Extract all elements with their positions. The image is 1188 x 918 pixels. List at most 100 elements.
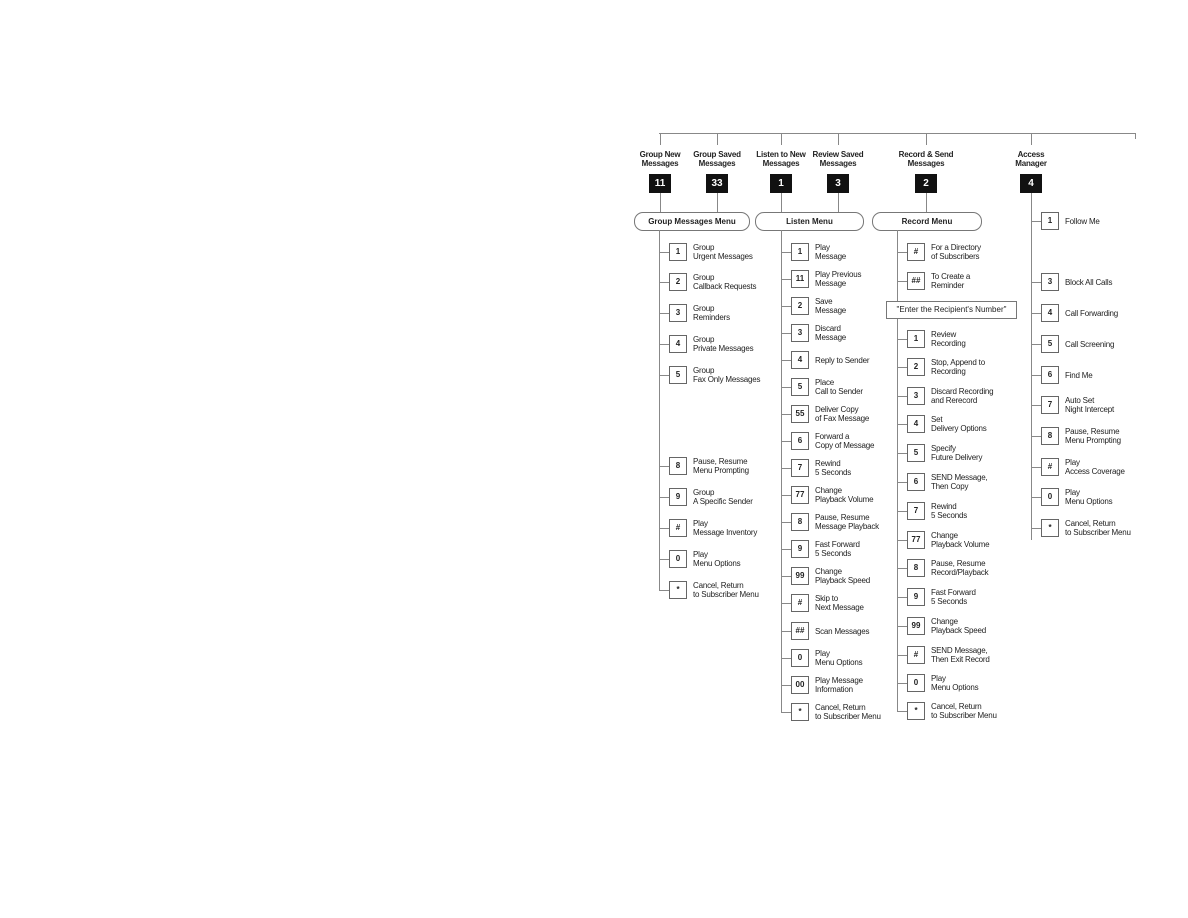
branch-line [659, 559, 669, 560]
option-label: Save Message [815, 297, 847, 315]
option-label: Call Screening [1065, 339, 1115, 349]
option-label: Group Fax Only Messages [693, 366, 761, 384]
record-prompt: "Enter the Recipient's Number" [886, 301, 1017, 319]
option-label: Rewind 5 Seconds [815, 459, 852, 477]
branch-line [781, 603, 791, 604]
key-box: 4 [1041, 304, 1059, 322]
main-menu-key: 33 [706, 174, 728, 193]
option-label: Rewind 5 Seconds [931, 502, 968, 520]
branch-line [781, 441, 791, 442]
menu-pill-1: Listen Menu [755, 212, 864, 231]
option-label: Find Me [1065, 370, 1093, 380]
connector-tick [781, 133, 782, 145]
header-title-line: Access [1017, 150, 1045, 159]
option-label: Cancel, Return to Subscriber Menu [815, 703, 881, 721]
option-label: Deliver Copy of Fax Message [815, 405, 870, 423]
option-label: Group A Specific Sender [693, 488, 753, 506]
key-box: * [1041, 519, 1059, 537]
branch-line [659, 344, 669, 345]
branch-line [659, 313, 669, 314]
key-box: 0 [669, 550, 687, 568]
main-menu-key: 1 [770, 174, 792, 193]
connector-line [660, 193, 661, 213]
key-box: * [669, 581, 687, 599]
key-box: 8 [791, 513, 809, 531]
branch-line [781, 685, 791, 686]
option-label: Cancel, Return to Subscriber Menu [931, 702, 997, 720]
branch-line [659, 252, 669, 253]
header-4: Record & Send Messages [886, 150, 966, 168]
option-label: Follow Me [1065, 216, 1100, 226]
option-label: Place Call to Sender [815, 378, 863, 396]
option-label: Play Access Coverage [1065, 458, 1125, 476]
branch-line [897, 252, 907, 253]
key-box: # [1041, 458, 1059, 476]
header-title-line: Messages [907, 159, 945, 168]
option-label: Stop, Append to Recording [931, 358, 985, 376]
option-label: Play Menu Options [1065, 488, 1113, 506]
key-box: 8 [669, 457, 687, 475]
branch-line [781, 360, 791, 361]
branch-line [781, 658, 791, 659]
branch-line [1031, 497, 1041, 498]
branch-line [1031, 221, 1041, 222]
branch-line [1031, 436, 1041, 437]
key-box: 5 [1041, 335, 1059, 353]
option-label: Play Menu Options [693, 550, 741, 568]
branch-line [897, 453, 907, 454]
option-label: Group Urgent Messages [693, 243, 753, 261]
option-label: Call Forwarding [1065, 308, 1119, 318]
branch-line [897, 683, 907, 684]
connector-line [781, 193, 782, 213]
option-label: Reply to Sender [815, 355, 870, 365]
branch-line [1031, 405, 1041, 406]
key-box: 0 [1041, 488, 1059, 506]
key-box: 7 [791, 459, 809, 477]
connector-line [1031, 193, 1032, 540]
key-box: 1 [907, 330, 925, 348]
key-box: 00 [791, 676, 809, 694]
branch-line [1031, 344, 1041, 345]
branch-line [781, 279, 791, 280]
option-label: To Create a Reminder [931, 272, 971, 290]
key-box: # [907, 243, 925, 261]
option-label: Play Menu Options [815, 649, 863, 667]
option-label: Pause, Resume Menu Prompting [693, 457, 749, 475]
option-label: Change Playback Volume [815, 486, 874, 504]
option-label: For a Directory of Subscribers [931, 243, 981, 261]
branch-line [1031, 467, 1041, 468]
option-label: Change Playback Volume [931, 531, 990, 549]
branch-line [897, 424, 907, 425]
key-box: 77 [791, 486, 809, 504]
option-label: Review Recording [931, 330, 966, 348]
key-box: 55 [791, 405, 809, 423]
option-label: Scan Messages [815, 626, 870, 636]
option-label: Group Callback Requests [693, 273, 757, 291]
branch-line [1031, 313, 1041, 314]
branch-line [781, 522, 791, 523]
branch-line [659, 375, 669, 376]
option-label: Skip to Next Message [815, 594, 864, 612]
key-box: 99 [907, 617, 925, 635]
key-box: 8 [907, 559, 925, 577]
header-title-line: Manager [1015, 159, 1047, 168]
header-5: Access Manager [991, 150, 1071, 168]
connector-tick [660, 133, 661, 145]
connector-line [838, 193, 839, 213]
branch-line [1031, 528, 1041, 529]
main-menu-key: 11 [649, 174, 671, 193]
key-box: 11 [791, 270, 809, 288]
key-box: 3 [1041, 273, 1059, 291]
option-label: Cancel, Return to Subscriber Menu [1065, 519, 1131, 537]
branch-line [659, 590, 669, 591]
key-box: 3 [907, 387, 925, 405]
main-menu-key: 4 [1020, 174, 1042, 193]
connector-tick [838, 133, 839, 145]
branch-line [781, 468, 791, 469]
key-box: 1 [791, 243, 809, 261]
key-box: 2 [791, 297, 809, 315]
branch-line [659, 528, 669, 529]
option-label: Play Message Inventory [693, 519, 758, 537]
key-box: 6 [1041, 366, 1059, 384]
key-box: ## [907, 272, 925, 290]
